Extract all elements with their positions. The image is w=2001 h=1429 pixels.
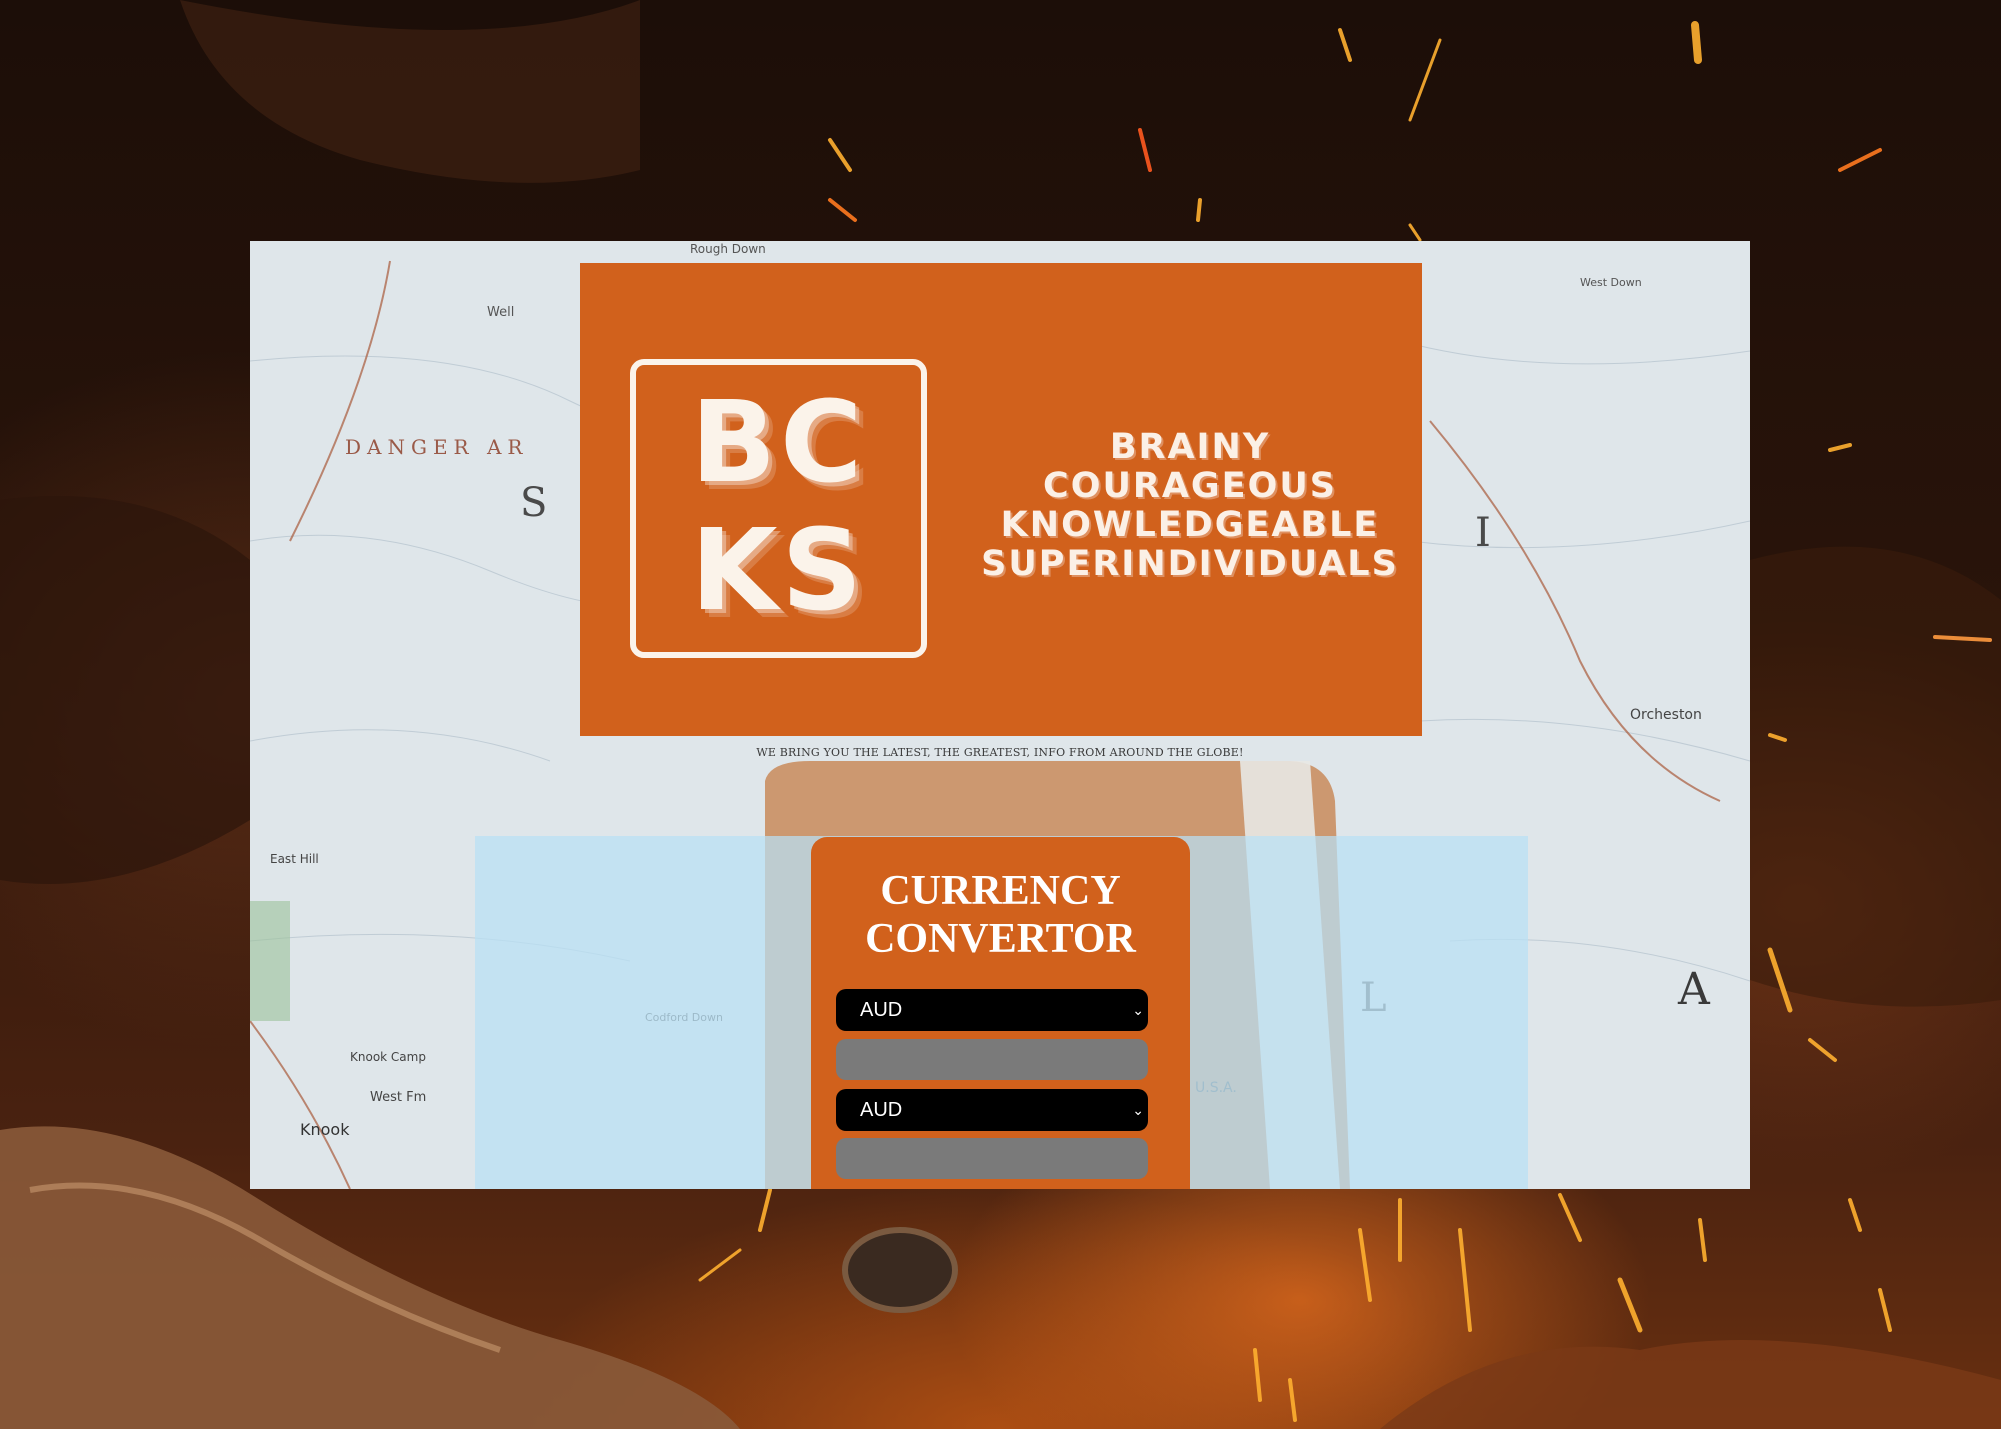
svg-text:S: S (520, 480, 547, 526)
map-label-danger: DANGER AR (345, 435, 528, 459)
svg-text:A: A (1677, 964, 1711, 1015)
converter-title-line1: CURRENCY (880, 868, 1121, 914)
logo-letters-bottom: KS (690, 506, 867, 636)
main-panel: DANGER AR S I L A Rough Down Well West D… (250, 241, 1750, 1189)
brand-word-1: BRAINY (1109, 427, 1271, 467)
svg-text:Knook Camp: Knook Camp (350, 1050, 426, 1064)
brand-word-4: SUPERINDIVIDUALS (981, 544, 1399, 584)
chevron-down-icon: ⌄ (1132, 1102, 1144, 1118)
to-currency-value: AUD (860, 1099, 903, 1121)
svg-text:Orcheston: Orcheston (1630, 707, 1702, 723)
from-currency-select[interactable]: AUD ⌄ (836, 989, 1148, 1031)
svg-text:Rough Down: Rough Down (690, 242, 766, 256)
brand-banner: BC KS BRAINY COURAGEOUS KNOWLEDGEABLE SU… (580, 263, 1422, 736)
from-currency-value: AUD (860, 999, 903, 1021)
converter-title: CURRENCY CONVERTOR (811, 867, 1190, 963)
svg-text:West Down: West Down (1580, 276, 1642, 289)
svg-text:I: I (1475, 510, 1491, 556)
svg-text:Knook: Knook (300, 1120, 350, 1139)
bcks-logo: BC KS (630, 359, 927, 658)
brand-word-3: KNOWLEDGEABLE (1000, 505, 1380, 545)
brand-word-2: COURAGEOUS (1043, 466, 1337, 506)
logo-letters-top: BC (690, 378, 867, 508)
svg-text:West Fm: West Fm (370, 1090, 426, 1105)
tagline: WE BRING YOU THE LATEST, THE GREATEST, I… (756, 746, 1244, 759)
svg-text:East Hill: East Hill (270, 852, 319, 866)
brand-name: BRAINY COURAGEOUS KNOWLEDGEABLE SUPERIND… (965, 428, 1415, 584)
to-amount-input[interactable] (836, 1138, 1148, 1179)
chevron-down-icon: ⌄ (1132, 1002, 1144, 1018)
svg-text:Well: Well (487, 305, 514, 320)
to-currency-select[interactable]: AUD ⌄ (836, 1089, 1148, 1131)
from-amount-input[interactable] (836, 1039, 1148, 1080)
converter-title-line2: CONVERTOR (865, 916, 1136, 962)
currency-converter-card: CURRENCY CONVERTOR AUD ⌄ AUD ⌄ (811, 837, 1190, 1189)
